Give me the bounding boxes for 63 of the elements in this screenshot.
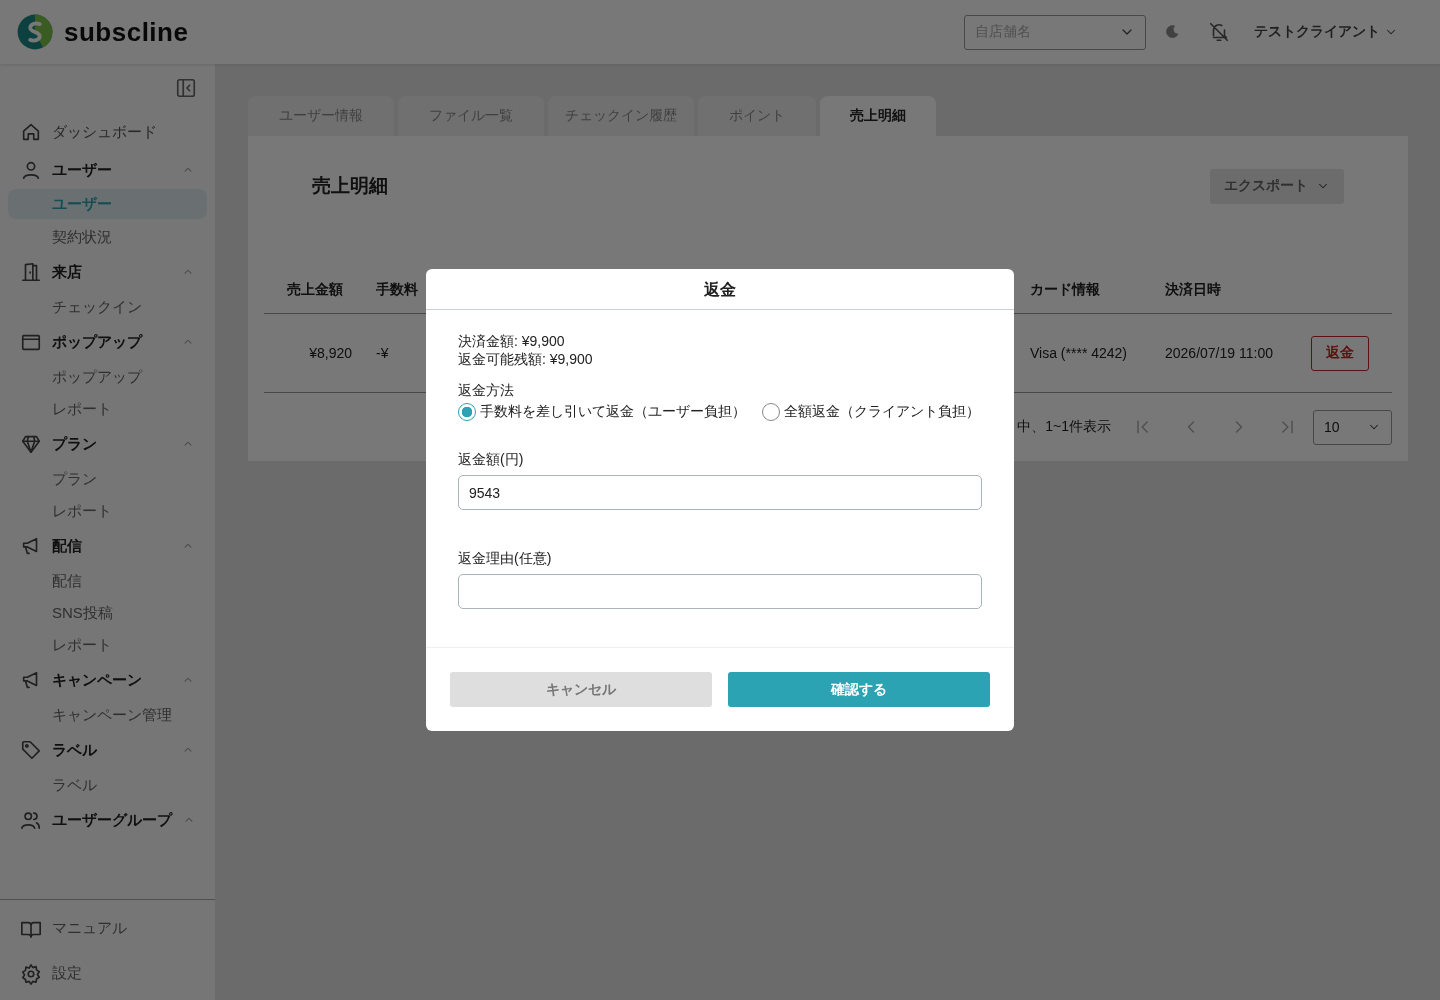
info-text: 決済金額: ¥9,900 xyxy=(458,332,566,350)
pagination-summary: 中、1~1件表示 xyxy=(1017,418,1111,436)
table-cell-text: -¥ xyxy=(376,345,390,361)
table-cell-text: Visa (**** 4242) xyxy=(1030,345,1129,361)
sidebar-item[interactable]: ユーザーグループ xyxy=(8,801,207,839)
info-text: 返金可能残額: ¥9,900 xyxy=(458,350,594,368)
field-label: 返金額(円) xyxy=(458,450,525,469)
settings-icon xyxy=(20,962,42,985)
logo-icon xyxy=(16,13,54,51)
field-label: 返金方法 xyxy=(458,381,515,400)
radio-button[interactable] xyxy=(458,403,476,421)
sidebar-subitem[interactable]: 契約状況 xyxy=(8,221,207,253)
sidebar-subitem[interactable]: レポート xyxy=(8,393,207,425)
panel-title: 売上明細 xyxy=(312,174,388,198)
sidebar-subitem[interactable]: 配信 xyxy=(8,565,207,597)
sidebar-item[interactable]: キャンペーン xyxy=(8,661,207,699)
sidebar-item[interactable]: ダッシュボード xyxy=(8,113,207,151)
column-header: 手数料 xyxy=(376,280,419,299)
moon-icon xyxy=(1164,24,1180,40)
user-menu[interactable]: テストクライアント xyxy=(1254,23,1398,41)
sidebar-subitem[interactable]: レポート xyxy=(8,629,207,661)
column-header: カード情報 xyxy=(1030,280,1101,299)
sidebar-item[interactable]: ユーザー xyxy=(8,151,207,189)
sidebar-subitem[interactable]: SNS投稿 xyxy=(8,597,207,629)
sidebar-subitem[interactable]: ラベル xyxy=(8,769,207,801)
reason-field[interactable] xyxy=(458,574,982,609)
radio-label: 全額返金（クライアント負担） xyxy=(784,403,980,421)
sidebar-subitem[interactable]: チェックイン xyxy=(8,291,207,323)
bell-off-icon xyxy=(1208,21,1230,43)
sidebar-item[interactable]: 設定 xyxy=(8,951,207,996)
sidebar-item[interactable]: プラン xyxy=(8,425,207,463)
table-cell-text: ¥8,920 xyxy=(308,345,353,361)
logo-text: subscline xyxy=(64,16,189,48)
column-header: 決済日時 xyxy=(1165,280,1222,299)
refund-button[interactable]: 返金 xyxy=(1311,335,1369,371)
tab[interactable]: 売上明細 xyxy=(820,96,936,136)
radio-label: 手数料を差し引いて返金（ユーザー負担） xyxy=(480,403,746,421)
sidebar-item[interactable]: 来店 xyxy=(8,253,207,291)
export-button[interactable]: エクスポート xyxy=(1210,168,1344,204)
sidebar-item[interactable]: ラベル xyxy=(8,731,207,769)
table-cell-text: 2026/07/19 11:00 xyxy=(1165,345,1274,361)
sidebar-subitem[interactable]: ポップアップ xyxy=(8,361,207,393)
sidebar-item[interactable]: ポップアップ xyxy=(8,323,207,361)
people-icon xyxy=(20,809,42,831)
sidebar-subitem[interactable]: ユーザー xyxy=(8,189,207,219)
sidebar-subitem[interactable]: プラン xyxy=(8,463,207,495)
confirm-button[interactable]: 確認する xyxy=(728,672,990,707)
person-icon xyxy=(20,159,42,181)
collapse-sidebar-icon xyxy=(175,77,197,99)
diamond-icon xyxy=(20,433,42,455)
sidebar-subitem[interactable]: キャンペーン管理 xyxy=(8,699,207,731)
tag-icon xyxy=(20,739,42,761)
door-icon xyxy=(20,261,42,283)
field-label: 返金理由(任意) xyxy=(458,549,553,568)
dialog-title: 返金 xyxy=(426,269,1014,310)
sidebar-subitem[interactable]: レポート xyxy=(8,495,207,527)
sidebar-item[interactable]: 配信 xyxy=(8,527,207,565)
column-header: 売上金額 xyxy=(286,280,344,299)
page-size-select[interactable]: 10 xyxy=(1313,409,1392,445)
amount-field[interactable]: 9543 xyxy=(458,475,982,510)
cancel-button[interactable]: キャンセル xyxy=(450,672,712,707)
home-icon xyxy=(20,121,42,143)
sidebar-item[interactable]: マニュアル xyxy=(8,906,207,951)
